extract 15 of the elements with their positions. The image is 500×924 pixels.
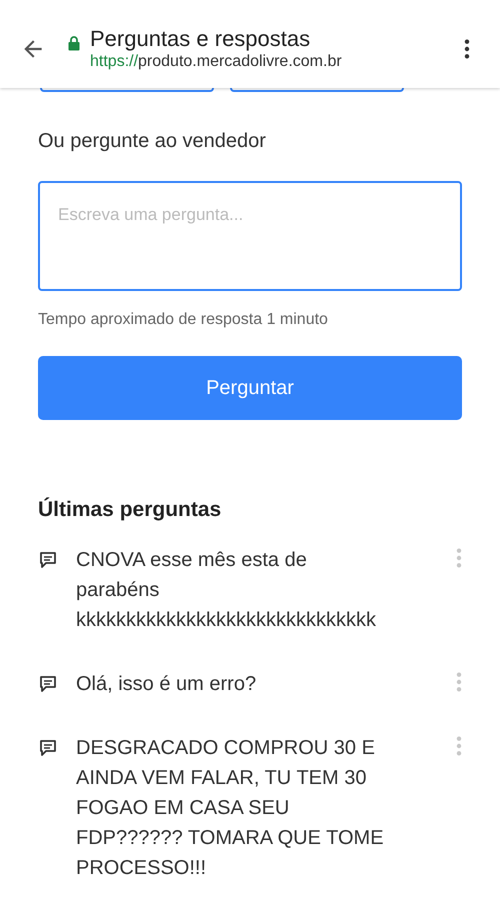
page-title: Perguntas e respostas: [90, 26, 312, 52]
question-text: DESGRACADO COMPROU 30 E AINDA VEM FALAR, TU TEM 30 FOGAO EM CASA SEU FDP?????? TOMARA QUE TOME PROCESSO!!!: [76, 736, 385, 881]
question-text: CNOVA esse mês esta de parabéns kkkkkkkkkkkkkkkkkkkkkkkkkkkkkk: [76, 548, 377, 633]
speech-bubble-icon: [39, 675, 57, 693]
section-heading: Últimas perguntas: [38, 497, 222, 523]
response-time-note: Tempo aproximado de resposta 1 minuto: [38, 310, 329, 330]
lock-icon: [68, 35, 80, 51]
question-text: Olá, isso é um erro?: [76, 672, 258, 697]
page-url[interactable]: https://produto.mercadolivre.com.br: [90, 52, 464, 72]
speech-bubble-icon: [39, 551, 57, 569]
ask-button[interactable]: Perguntar: [38, 356, 462, 420]
speech-bubble-icon: [39, 739, 57, 757]
section-heading: Ou pergunte ao vendedor: [38, 129, 267, 154]
question-field[interactable]: Escreva uma pergunta...: [38, 181, 462, 291]
more-options-icon[interactable]: [464, 38, 470, 60]
